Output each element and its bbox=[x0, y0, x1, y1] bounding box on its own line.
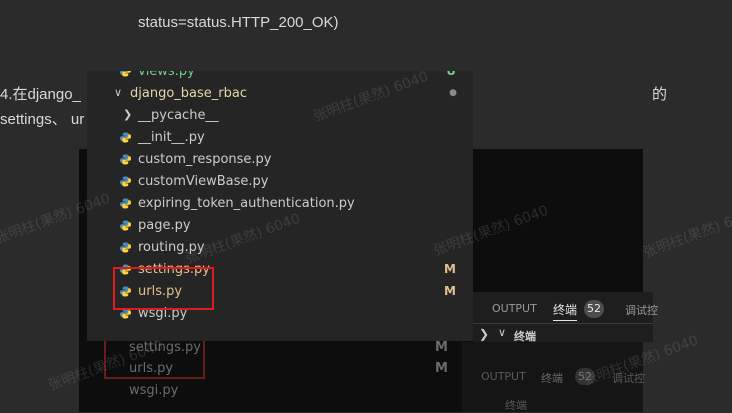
terminal-section-label: 终端 bbox=[514, 330, 536, 343]
ghost-m2: M bbox=[435, 361, 448, 376]
file-tree-item[interactable]: expiring_token_authentication.py bbox=[87, 193, 473, 215]
file-tree-item[interactable]: views.py U bbox=[87, 71, 473, 83]
file-tree-item[interactable]: ∨ django_base_rbac ● bbox=[87, 83, 473, 105]
file-tree-item-label: customViewBase.py bbox=[138, 174, 269, 189]
python-file-icon bbox=[120, 154, 131, 165]
python-file-icon bbox=[120, 176, 131, 187]
chevron-right-icon: ❯ bbox=[123, 108, 133, 121]
file-tree-item-label: routing.py bbox=[138, 240, 205, 255]
tab-terminal-underline bbox=[553, 320, 577, 321]
tab-debug-console[interactable]: 调试控 bbox=[625, 302, 658, 318]
file-tree-item[interactable]: custom_response.py bbox=[87, 149, 473, 171]
ghost-debug-tab: 调试控 bbox=[612, 372, 645, 385]
ghost-terminal-tab: 终端 bbox=[541, 372, 563, 385]
file-tree-item-label: __init__.py bbox=[138, 130, 205, 145]
file-tree-item[interactable]: __init__.py bbox=[87, 127, 473, 149]
git-status-badge: U bbox=[446, 71, 456, 78]
paragraph-line-2-start: settings、 ur bbox=[0, 111, 85, 128]
terminal-count-badge: 52 bbox=[584, 300, 604, 318]
bottom-panel: OUTPUT 终端 52 调试控 ❯ ∨ 终端 bbox=[473, 292, 658, 343]
paragraph-line-1-end: 的 bbox=[652, 86, 668, 103]
ghost-output-tab: OUTPUT bbox=[481, 370, 526, 383]
python-file-icon bbox=[120, 198, 131, 209]
file-tree-item[interactable]: page.py bbox=[87, 215, 473, 237]
chevron-down-icon: ∨ bbox=[114, 86, 123, 99]
highlight-box bbox=[113, 267, 214, 310]
panel-chevron-right-icon[interactable]: ❯ bbox=[479, 327, 489, 341]
python-file-icon bbox=[120, 132, 131, 143]
python-file-icon bbox=[120, 220, 131, 231]
code-line: status=status.HTTP_200_OK) bbox=[138, 14, 339, 31]
file-tree-item-label: page.py bbox=[138, 218, 191, 233]
ghost-m1: M bbox=[435, 340, 448, 355]
file-tree-item[interactable]: routing.py bbox=[87, 237, 473, 259]
panel-chevron-down-icon[interactable]: ∨ bbox=[498, 326, 506, 339]
ghost-terminal-badge: 52 bbox=[575, 368, 595, 385]
python-file-icon bbox=[120, 242, 131, 253]
file-tree-item-label: expiring_token_authentication.py bbox=[138, 196, 355, 211]
git-status-badge: M bbox=[444, 284, 456, 298]
file-tree-item-label: views.py bbox=[138, 71, 195, 79]
ghost-terminal-section: 终端 bbox=[505, 399, 527, 412]
file-tree-item-label: custom_response.py bbox=[138, 152, 272, 167]
file-tree-item[interactable]: customViewBase.py bbox=[87, 171, 473, 193]
file-tree-item[interactable]: ❯ __pycache__ bbox=[87, 105, 473, 127]
git-status-badge: M bbox=[444, 262, 456, 276]
tab-output[interactable]: OUTPUT bbox=[492, 302, 537, 315]
ghost-wsgi-label: wsgi.py bbox=[129, 383, 179, 398]
git-status-badge: ● bbox=[449, 88, 457, 98]
paragraph-line-1-start: 4.在django_ bbox=[0, 86, 81, 103]
python-file-icon bbox=[120, 71, 131, 77]
file-tree-item-label: django_base_rbac bbox=[130, 86, 247, 101]
file-tree-item-label: __pycache__ bbox=[138, 108, 219, 123]
tab-terminal[interactable]: 终端 bbox=[553, 301, 577, 318]
watermark: 张明柱(果然) 6040 bbox=[641, 204, 732, 262]
panel-divider bbox=[473, 323, 653, 324]
